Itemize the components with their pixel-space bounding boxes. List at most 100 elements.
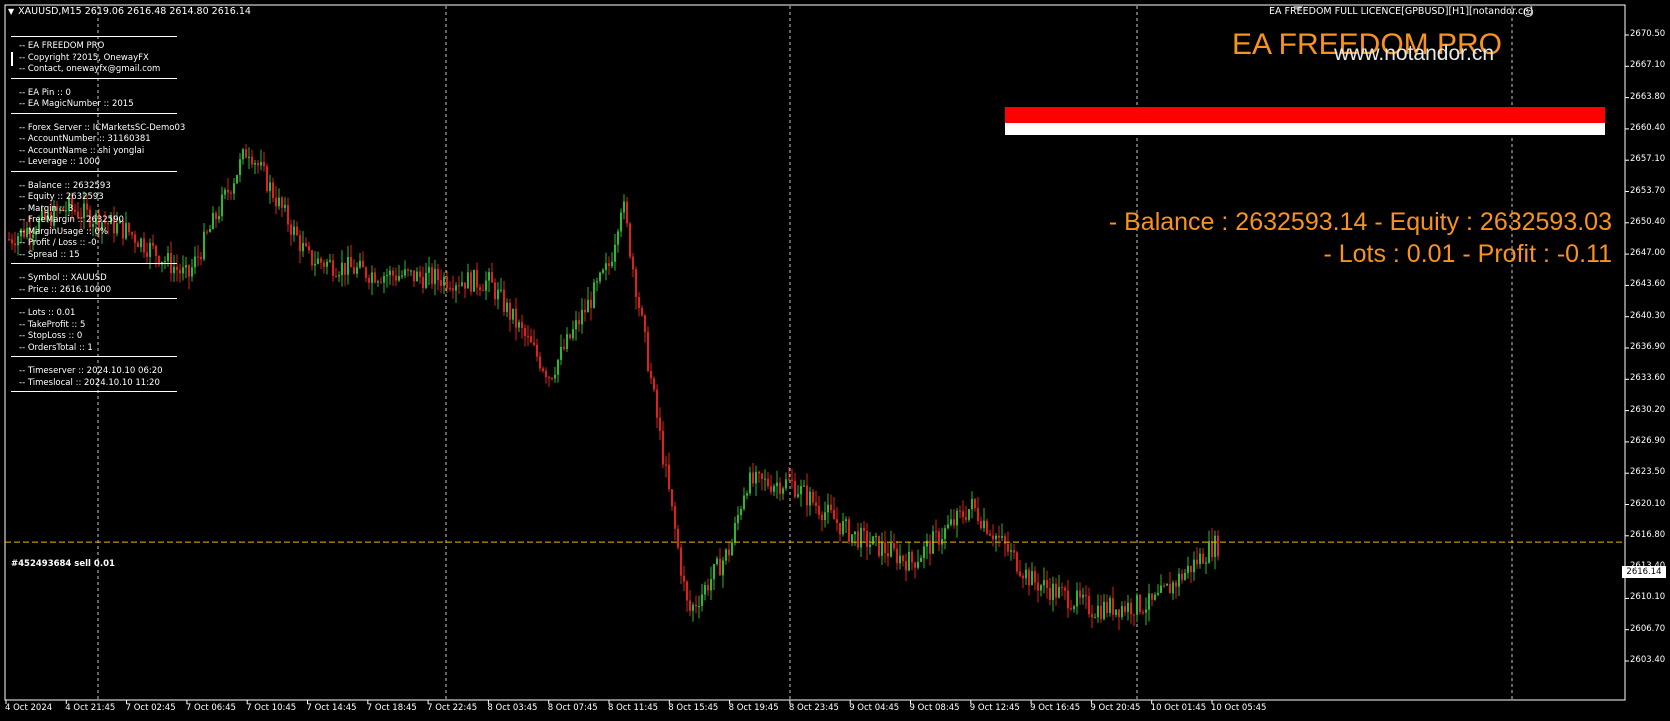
- candle-body[interactable]: [968, 509, 970, 520]
- candle-body[interactable]: [956, 510, 958, 526]
- candle-body[interactable]: [527, 335, 529, 337]
- candle-body[interactable]: [251, 156, 253, 165]
- candle-body[interactable]: [836, 519, 838, 523]
- candle-body[interactable]: [455, 285, 457, 291]
- candle-body[interactable]: [329, 260, 331, 262]
- candle-body[interactable]: [1067, 590, 1069, 609]
- candle-body[interactable]: [1034, 570, 1036, 583]
- candle-body[interactable]: [743, 495, 745, 510]
- candle-body[interactable]: [1025, 569, 1027, 579]
- candle-body[interactable]: [809, 491, 811, 506]
- candle-body[interactable]: [1184, 572, 1186, 580]
- candle-body[interactable]: [317, 258, 319, 264]
- candle-body[interactable]: [710, 579, 712, 591]
- candle-body[interactable]: [215, 212, 217, 220]
- candle-body[interactable]: [752, 472, 754, 484]
- candle-body[interactable]: [1187, 565, 1189, 573]
- candle-body[interactable]: [812, 491, 814, 503]
- candle-body[interactable]: [1130, 602, 1132, 615]
- candle-body[interactable]: [1016, 552, 1018, 572]
- candle-body[interactable]: [767, 478, 769, 487]
- candle-body[interactable]: [773, 486, 775, 492]
- candle-body[interactable]: [377, 281, 379, 283]
- candle-body[interactable]: [938, 531, 940, 545]
- candle-body[interactable]: [629, 223, 631, 257]
- candle-body[interactable]: [458, 285, 460, 287]
- candle-body[interactable]: [398, 276, 400, 281]
- candle-body[interactable]: [440, 280, 442, 286]
- candle-body[interactable]: [491, 272, 493, 283]
- candle-body[interactable]: [419, 271, 421, 277]
- candle-body[interactable]: [239, 159, 241, 176]
- candle-body[interactable]: [545, 370, 547, 378]
- candle-body[interactable]: [569, 334, 571, 339]
- candle-body[interactable]: [860, 527, 862, 548]
- candle-body[interactable]: [818, 505, 820, 515]
- candle-body[interactable]: [842, 521, 844, 535]
- candle-body[interactable]: [638, 296, 640, 308]
- candle-body[interactable]: [962, 511, 964, 518]
- candle-body[interactable]: [779, 482, 781, 494]
- candle-body[interactable]: [917, 561, 919, 568]
- candle-body[interactable]: [581, 309, 583, 325]
- candle-body[interactable]: [131, 232, 133, 235]
- candle-body[interactable]: [803, 485, 805, 487]
- candle-body[interactable]: [467, 272, 469, 289]
- candle-body[interactable]: [857, 531, 859, 548]
- candle-body[interactable]: [1115, 609, 1117, 615]
- candle-body[interactable]: [1001, 536, 1003, 538]
- candle-body[interactable]: [695, 604, 697, 607]
- candle-body[interactable]: [935, 531, 937, 533]
- candle-body[interactable]: [452, 288, 454, 291]
- candle-body[interactable]: [1145, 609, 1147, 613]
- candle-body[interactable]: [896, 548, 898, 564]
- candle-body[interactable]: [905, 561, 907, 571]
- candle-body[interactable]: [1085, 594, 1087, 597]
- candle-body[interactable]: [476, 269, 478, 288]
- candle-body[interactable]: [1163, 585, 1165, 587]
- candle-body[interactable]: [758, 471, 760, 474]
- candle-body[interactable]: [461, 282, 463, 286]
- candle-body[interactable]: [332, 260, 334, 276]
- candle-body[interactable]: [314, 263, 316, 266]
- candle-body[interactable]: [449, 288, 451, 290]
- candle-body[interactable]: [191, 267, 193, 277]
- candle-body[interactable]: [293, 226, 295, 235]
- candle-body[interactable]: [1082, 594, 1084, 598]
- candle-body[interactable]: [974, 499, 976, 509]
- candle-body[interactable]: [1055, 583, 1057, 598]
- candle-body[interactable]: [212, 212, 214, 230]
- candle-body[interactable]: [1208, 541, 1210, 563]
- candle-body[interactable]: [338, 275, 340, 277]
- candle-body[interactable]: [407, 269, 409, 271]
- candle-body[interactable]: [248, 156, 250, 158]
- candle-body[interactable]: [620, 212, 622, 232]
- candle-body[interactable]: [1136, 594, 1138, 615]
- candle-body[interactable]: [647, 331, 649, 371]
- candle-body[interactable]: [497, 289, 499, 300]
- candle-body[interactable]: [443, 276, 445, 286]
- candle-body[interactable]: [884, 542, 886, 554]
- candle-body[interactable]: [242, 149, 244, 160]
- candle-body[interactable]: [305, 243, 307, 247]
- candle-body[interactable]: [1106, 601, 1108, 614]
- candle-body[interactable]: [653, 378, 655, 390]
- candle-body[interactable]: [677, 528, 679, 548]
- candle-body[interactable]: [992, 535, 994, 540]
- candle-body[interactable]: [227, 189, 229, 193]
- candle-body[interactable]: [548, 377, 550, 379]
- candle-body[interactable]: [542, 368, 544, 371]
- candle-body[interactable]: [692, 604, 694, 611]
- candle-body[interactable]: [683, 575, 685, 582]
- candle-body[interactable]: [536, 344, 538, 357]
- candle-body[interactable]: [539, 356, 541, 369]
- candle-body[interactable]: [479, 287, 481, 291]
- candle-body[interactable]: [509, 302, 511, 320]
- candle-body[interactable]: [929, 540, 931, 554]
- candle-body[interactable]: [839, 522, 841, 535]
- candle-body[interactable]: [173, 266, 175, 273]
- candle-body[interactable]: [1217, 535, 1219, 557]
- candle-body[interactable]: [308, 246, 310, 251]
- candle-body[interactable]: [911, 551, 913, 563]
- candle-body[interactable]: [737, 515, 739, 524]
